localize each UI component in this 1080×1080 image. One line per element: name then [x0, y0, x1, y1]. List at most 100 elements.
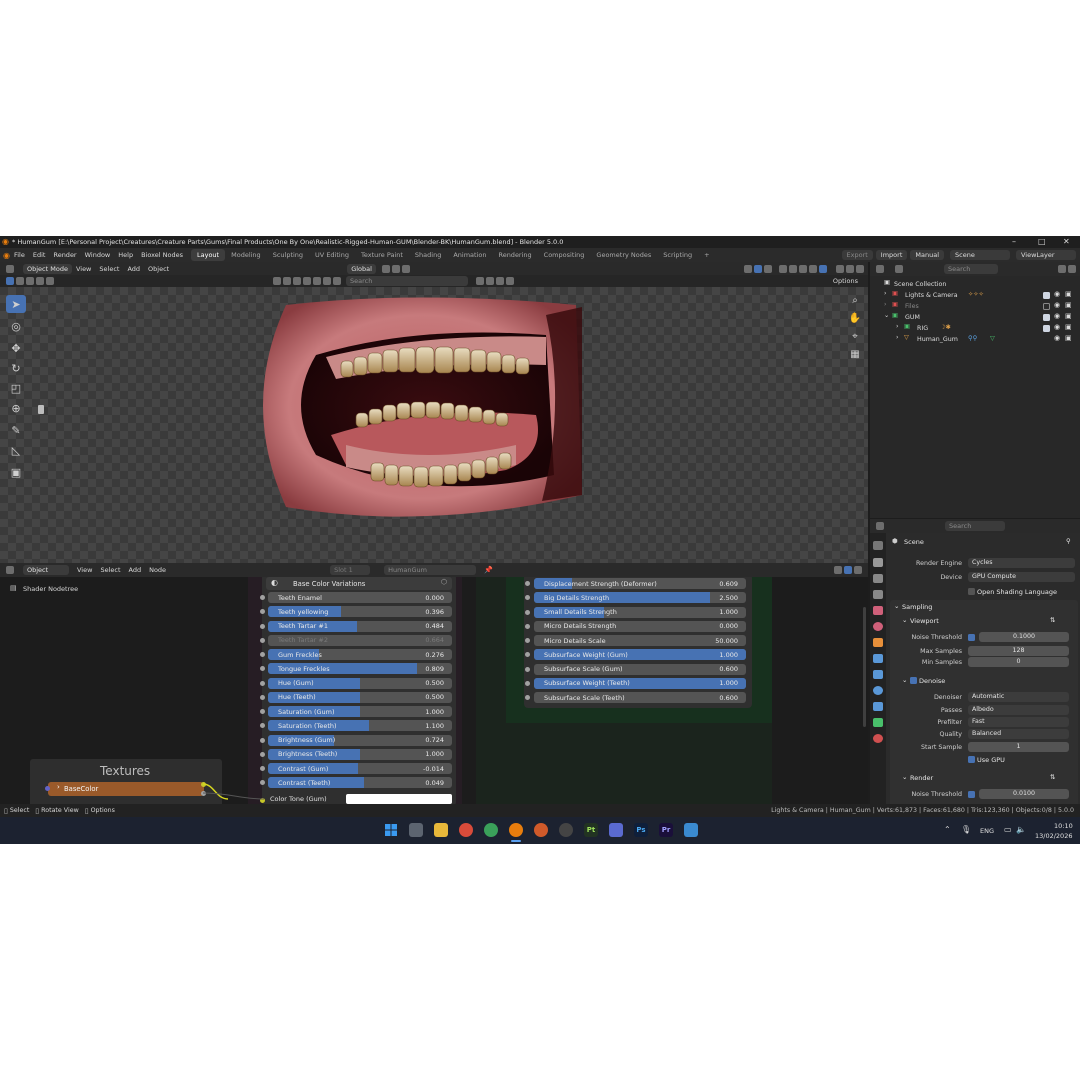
denoiser-select[interactable]: Automatic [968, 692, 1069, 702]
object-type-icon[interactable] [333, 277, 341, 285]
editor-type-icon[interactable] [876, 265, 884, 273]
new-collection-icon[interactable] [1068, 265, 1076, 273]
shading-wireframe-icon[interactable] [789, 264, 797, 273]
node-slider[interactable]: Micro Details Strength 0.000 [534, 620, 746, 632]
expand-arrow-icon[interactable]: › [896, 323, 899, 330]
tab-layout[interactable]: Layout [191, 249, 226, 261]
tab-geometry-nodes[interactable]: Geometry Nodes [590, 249, 657, 261]
network-icon[interactable]: ▭ [1004, 825, 1012, 834]
tab-compositing[interactable]: Compositing [538, 249, 591, 261]
gizmo-icon[interactable] [754, 264, 762, 273]
basecolor-node[interactable]: › BaseColor [48, 782, 204, 796]
filter-icon[interactable] [1058, 265, 1066, 273]
viewlayer-selector[interactable]: ViewLayer [1016, 250, 1076, 260]
quality-select[interactable]: Balanced [968, 729, 1069, 739]
exclude-checkbox[interactable] [1043, 325, 1050, 332]
expand-arrow-icon[interactable]: › [884, 301, 887, 308]
camera-render-icon[interactable]: ▣ [1065, 312, 1072, 320]
node-group-icon[interactable]: ⬡ [441, 578, 447, 586]
exclude-checkbox[interactable] [1043, 303, 1050, 310]
outliner-item-human-gum[interactable]: › ▽ Human_Gum ⚲⚲ ▽ ◉ ▣ [870, 334, 1080, 345]
tray-arrow-icon[interactable]: ⌃ [944, 825, 951, 834]
view-layer-tab-icon[interactable] [873, 590, 883, 599]
input-socket[interactable] [525, 581, 530, 586]
node-type-selector[interactable]: Object [23, 565, 69, 575]
add-workspace-button[interactable]: + [698, 249, 715, 261]
gum-model-render[interactable] [246, 295, 586, 523]
presets-icon[interactable]: ⇅ [1050, 616, 1055, 624]
shading-rendered-icon[interactable] [819, 264, 827, 273]
transform-tool-icon[interactable]: ⊕ [6, 399, 26, 417]
outliner-item-gum[interactable]: ⌄ ▣ GUM ◉ ▣ [870, 312, 1080, 323]
slot-selector[interactable]: Slot 1 [330, 565, 371, 575]
cursor-tool-icon[interactable]: ◎ [6, 317, 26, 335]
object-type-icon[interactable] [323, 277, 331, 285]
display-mode-icon[interactable] [895, 265, 903, 273]
color-swatch[interactable] [346, 794, 452, 804]
denoise-header[interactable]: Denoise [919, 677, 945, 685]
node-slider[interactable]: Teeth Tartar #1 0.484 [268, 620, 452, 632]
mode-selector[interactable]: Object Mode [23, 263, 72, 274]
menu-edit[interactable]: Edit [29, 251, 50, 259]
object-type-icon[interactable] [283, 277, 291, 285]
input-socket[interactable] [260, 723, 265, 729]
viewport-menu-select[interactable]: Select [95, 265, 123, 273]
record-icon[interactable] [846, 264, 854, 273]
camera-settings-icon[interactable] [856, 264, 864, 273]
annotate-tool-icon[interactable]: ✎ [6, 421, 26, 439]
node-menu-node[interactable]: Node [145, 566, 170, 574]
sampling-header[interactable]: Sampling [902, 603, 932, 611]
xray-icon[interactable] [779, 264, 787, 273]
viewport-subheader[interactable]: Viewport [910, 617, 939, 625]
app-icon[interactable] [609, 823, 623, 837]
outliner-item-scene-collection[interactable]: ▣ Scene Collection [870, 279, 1080, 290]
select-mode-icon[interactable] [26, 277, 34, 285]
object-tab-icon[interactable] [873, 638, 883, 647]
pin-icon[interactable]: ⚲ [1066, 537, 1071, 545]
input-socket[interactable] [45, 786, 50, 791]
github-icon[interactable] [559, 823, 573, 837]
node-slider[interactable]: Hue (Teeth) 0.500 [268, 691, 452, 703]
pivot-icon[interactable] [381, 264, 390, 273]
node-slider[interactable]: Brightness (Gum) 0.724 [268, 734, 452, 746]
exclude-checkbox[interactable] [1043, 292, 1050, 299]
prefilter-select[interactable]: Fast [968, 717, 1069, 727]
zoom-icon[interactable]: ⌕ [848, 295, 862, 309]
windows-start-icon[interactable] [384, 823, 398, 837]
outliner-item-files[interactable]: › ▣ Files ◉ ▣ [870, 301, 1080, 312]
snap-icon[interactable] [391, 264, 400, 273]
collapse-arrow-icon[interactable]: › [57, 783, 60, 791]
render-arrow-icon[interactable]: ⌄ [902, 773, 907, 781]
outliner-search[interactable]: Search [944, 264, 998, 274]
menu-help[interactable]: Help [114, 251, 137, 259]
eye-icon[interactable]: ◉ [1054, 301, 1060, 309]
camera-render-icon[interactable]: ▣ [1065, 290, 1072, 298]
import-button[interactable]: Import [875, 250, 908, 260]
blender-app-icon[interactable] [509, 823, 523, 837]
render-engine-select[interactable]: Cycles [968, 558, 1075, 568]
volume-icon[interactable]: 🔈 [1016, 825, 1026, 834]
input-socket[interactable] [525, 595, 530, 601]
export-button[interactable]: Export [841, 250, 873, 260]
osl-checkbox[interactable] [968, 588, 975, 595]
camera-render-icon[interactable]: ▣ [1065, 334, 1072, 342]
node-slider[interactable]: Subsurface Weight (Teeth) 1.000 [534, 677, 746, 689]
input-socket[interactable] [260, 751, 265, 757]
tab-sculpting[interactable]: Sculpting [267, 249, 309, 261]
measure-tool-icon[interactable]: ◺ [6, 441, 26, 459]
input-socket[interactable] [260, 694, 265, 700]
constraints-tab-icon[interactable] [873, 702, 883, 711]
object-type-icon[interactable] [313, 277, 321, 285]
node-slider[interactable]: Subsurface Scale (Gum) 0.600 [534, 663, 746, 675]
device-select[interactable]: GPU Compute [968, 572, 1075, 582]
object-type-icon[interactable] [303, 277, 311, 285]
node-menu-add[interactable]: Add [125, 566, 146, 574]
viewport-menu-add[interactable]: Add [123, 265, 144, 273]
node-slider[interactable]: Contrast (Teeth) 0.049 [268, 777, 452, 789]
object-type-icon[interactable] [293, 277, 301, 285]
tool-tab-icon[interactable] [873, 541, 883, 550]
eye-icon[interactable]: ◉ [1054, 334, 1060, 342]
input-socket[interactable] [525, 695, 530, 700]
bookmark-icon[interactable] [486, 277, 494, 285]
expand-arrow-icon[interactable]: › [896, 334, 899, 341]
